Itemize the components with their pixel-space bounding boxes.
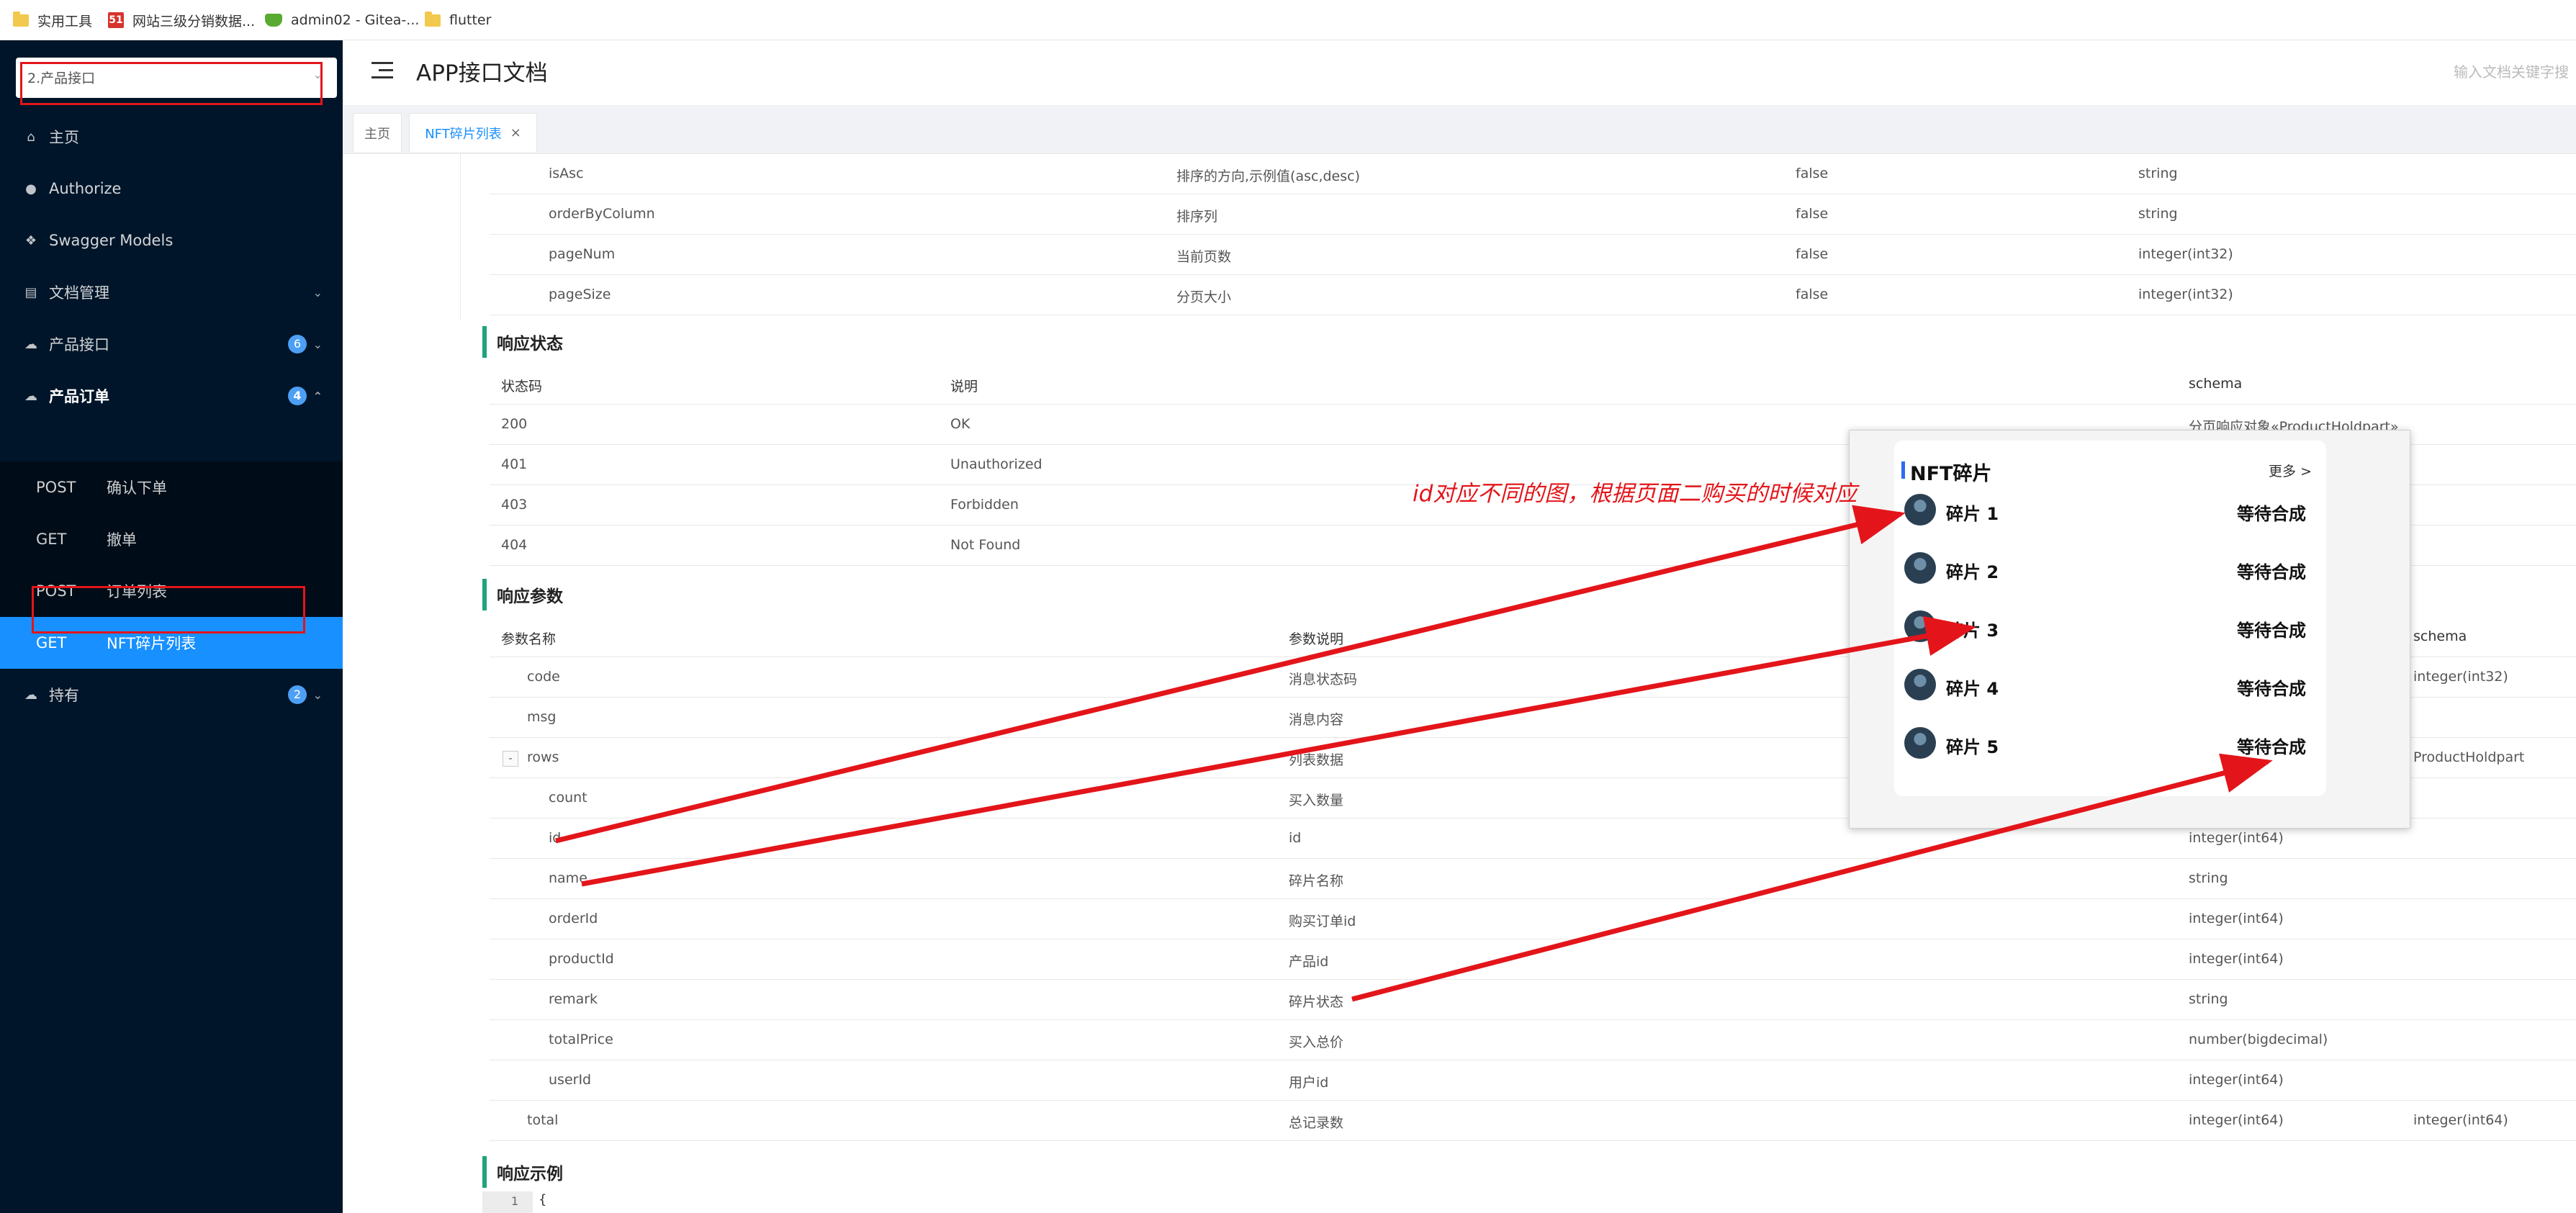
annotation-arrows bbox=[555, 505, 2273, 1002]
arrow-remark-to-status bbox=[1351, 753, 2273, 1002]
